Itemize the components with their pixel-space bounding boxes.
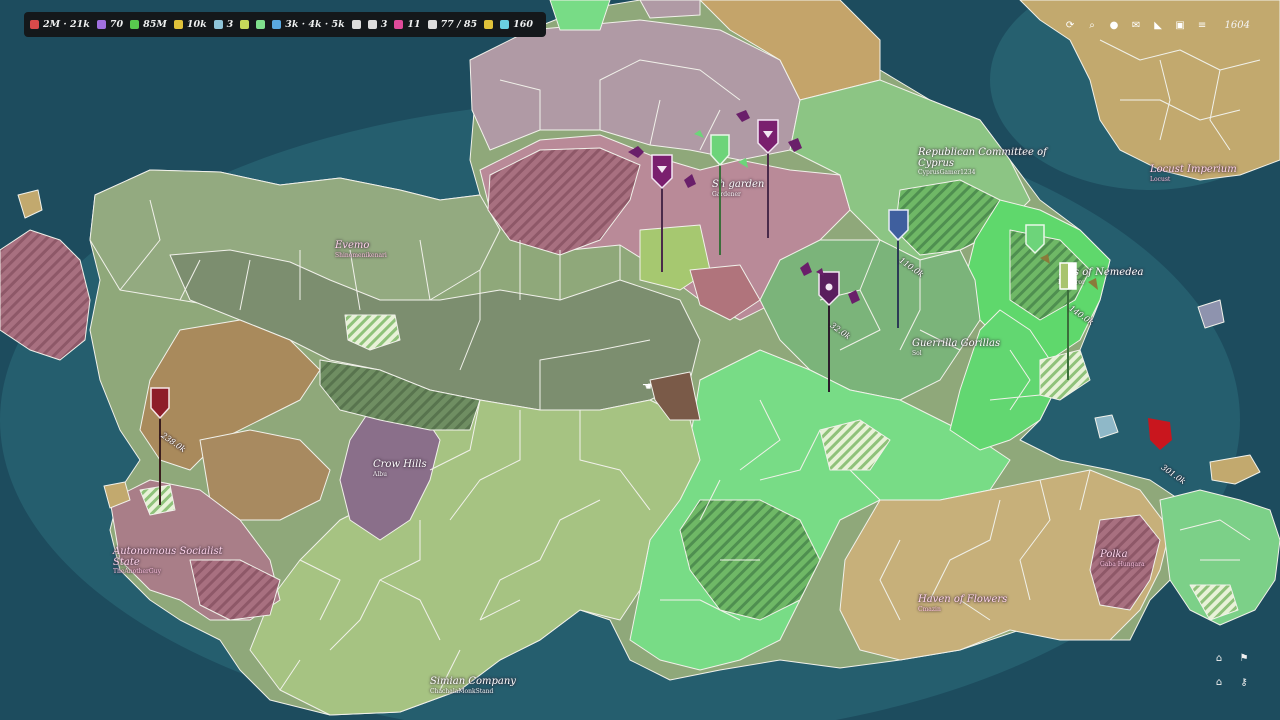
resource-pin[interactable]: 3k · 4k · 5k xyxy=(272,19,345,30)
army-banner-green-2[interactable] xyxy=(1025,224,1045,255)
resource-chat-bubble[interactable] xyxy=(256,20,266,29)
bank-icon[interactable]: ⌂ xyxy=(1213,676,1225,688)
resource-food[interactable]: 85M xyxy=(130,19,167,30)
resource-value: 3k · 4k · 5k xyxy=(285,19,345,30)
resource-flag[interactable]: 11 xyxy=(394,19,421,30)
heart-shield-icon xyxy=(30,20,39,29)
resource-heart-shield[interactable]: 2M · 21k xyxy=(30,19,90,30)
army-banner-green[interactable] xyxy=(710,134,730,255)
army-banner-nemedea[interactable] xyxy=(1059,262,1077,380)
mail-icon[interactable]: ✉ xyxy=(1131,20,1142,31)
refresh-icon[interactable]: ⟳ xyxy=(1065,20,1076,31)
army-layer xyxy=(150,110,1172,505)
flag-icon[interactable]: ⚑ xyxy=(1238,652,1250,664)
resource-diamond[interactable]: 160 xyxy=(500,19,533,30)
scroll-icon xyxy=(367,20,377,29)
home-icon[interactable]: ⌂ xyxy=(1213,652,1225,664)
resource-scroll[interactable]: 3 xyxy=(367,19,388,30)
resource-compass[interactable] xyxy=(351,20,361,29)
game-year: 1604 xyxy=(1224,19,1250,31)
army-banner-red-2[interactable] xyxy=(1148,418,1172,450)
chart-icon[interactable]: ◣ xyxy=(1153,20,1164,31)
army-banner-purple-2[interactable] xyxy=(757,119,779,238)
resource-value: 3 xyxy=(380,19,388,30)
search-icon[interactable]: ⌕ xyxy=(1087,20,1098,31)
crest-icon xyxy=(825,283,833,291)
top-right-toolbar: ⟳ ⌕ ● ✉ ◣ ▣ ≡ 1604 xyxy=(1065,14,1250,36)
gift-icon[interactable]: ▣ xyxy=(1175,20,1186,31)
compass-icon xyxy=(351,20,361,29)
resource-building[interactable]: 3 xyxy=(213,19,234,30)
resource-trophy[interactable] xyxy=(484,20,494,29)
network-icon xyxy=(427,20,437,29)
resource-gold[interactable]: 10k xyxy=(173,19,207,30)
resource-value: 77 / 85 xyxy=(440,19,478,30)
gold-icon xyxy=(173,20,183,29)
key-icon[interactable]: ⚷ xyxy=(1238,676,1250,688)
resource-flame[interactable]: 70 xyxy=(96,19,124,30)
flame-icon xyxy=(96,20,106,29)
pin-icon xyxy=(272,20,282,29)
trophy-icon xyxy=(484,20,494,29)
resource-bar: 2M · 21k 70 85M 10k 3 3k · 4k · 5k 3 11 77 / 85 1… xyxy=(24,12,546,37)
resource-value: 85M xyxy=(143,19,167,30)
building-icon xyxy=(213,20,223,29)
resource-value: 160 xyxy=(513,19,533,30)
resource-value: 3 xyxy=(226,19,234,30)
diamond-icon xyxy=(500,20,510,29)
resource-badge[interactable] xyxy=(240,20,250,29)
army-banner-red[interactable] xyxy=(150,387,170,505)
badge-icon xyxy=(240,20,250,29)
menu-icon[interactable]: ≡ xyxy=(1197,20,1208,31)
resource-value: 2M · 21k xyxy=(43,19,90,30)
circle-icon[interactable]: ● xyxy=(1109,20,1120,31)
army-banner-purple-1[interactable] xyxy=(651,154,673,272)
resource-value: 11 xyxy=(407,19,421,30)
food-icon xyxy=(130,20,140,29)
mouse-cursor: ☚ xyxy=(642,380,652,393)
flag-icon xyxy=(394,20,404,29)
resource-value: 10k xyxy=(186,19,207,30)
resource-value: 70 xyxy=(109,19,124,30)
chat-bubble-icon xyxy=(256,20,266,29)
resource-network[interactable]: 77 / 85 xyxy=(427,19,478,30)
